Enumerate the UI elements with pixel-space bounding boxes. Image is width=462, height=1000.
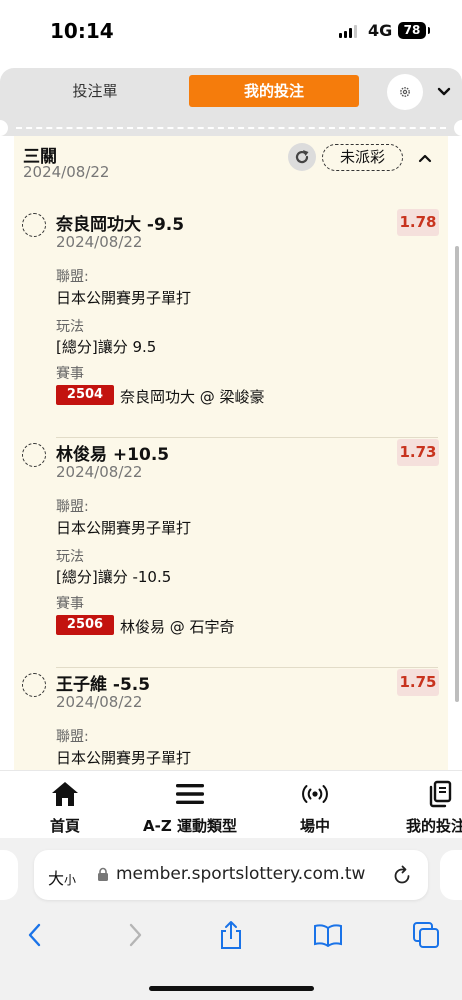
collapse-combo-button[interactable] [414, 147, 436, 169]
refresh-button[interactable] [288, 143, 316, 171]
back-button[interactable] [20, 920, 50, 950]
bet-pick: 王子維 -5.5 [56, 675, 151, 695]
market-label: 玩法 [56, 549, 84, 565]
ticket-divider [0, 120, 462, 136]
bet-pick: 奈良岡功大 -9.5 [56, 215, 185, 235]
market-value: [總分]讓分 -10.5 [56, 568, 172, 586]
tabs-icon [413, 922, 439, 948]
nav-my-bets[interactable]: 我的投注 [400, 771, 462, 839]
bet-leg: 奈良岡功大 -9.5 1.78 2024/08/22 聯盟: 日本公開賽男子單打… [14, 208, 439, 438]
bet-pick: 林俊易 +10.5 [56, 445, 170, 465]
event-name: 奈良岡功大 @ 梁峻豪 [120, 388, 265, 406]
live-icon [302, 785, 328, 803]
collapse-panel-button[interactable] [432, 80, 456, 104]
event-label: 賽事 [56, 366, 84, 382]
home-indicator [149, 986, 314, 991]
odds-badge: 1.78 [397, 209, 439, 236]
url-text: member.sportslottery.com.tw [116, 864, 366, 884]
battery-tip [428, 27, 430, 34]
bottom-nav: 首頁 A-Z 運動類型 場中 我的投注 [0, 770, 462, 838]
book-icon [314, 924, 342, 947]
event-id-badge: 2506 [56, 615, 114, 635]
gear-icon [400, 87, 410, 97]
lock-icon [97, 867, 109, 886]
nav-sports-az-label: A-Z 運動類型 [143, 817, 237, 835]
nav-my-bets-label: 我的投注 [406, 817, 462, 835]
text-size-button[interactable]: 大小 [48, 865, 76, 889]
leg-status-icon [22, 673, 46, 697]
bet-date: 2024/08/22 [56, 233, 143, 251]
share-button[interactable] [216, 920, 246, 950]
league-label: 聯盟: [56, 269, 89, 285]
combo-date: 2024/08/22 [23, 163, 110, 181]
forward-arrow-icon [129, 923, 142, 947]
battery-icon: 78 [398, 22, 426, 39]
odds-badge: 1.75 [397, 669, 439, 696]
league-value: 日本公開賽男子單打 [56, 519, 192, 537]
bet-leg: 林俊易 +10.5 1.73 2024/08/22 聯盟: 日本公開賽男子單打 … [14, 438, 439, 668]
leg-status-icon [22, 213, 46, 237]
nav-home[interactable]: 首頁 [30, 771, 100, 839]
event-id-badge: 2504 [56, 385, 114, 405]
bookmarks-button[interactable] [313, 920, 343, 950]
tab-bet-slip[interactable]: 投注單 [40, 75, 150, 107]
next-tab-edge[interactable] [440, 850, 462, 900]
nav-sports-az[interactable]: A-Z 運動類型 [130, 771, 250, 839]
settings-button[interactable] [387, 74, 423, 110]
nav-live-label: 場中 [299, 817, 330, 835]
nav-home-label: 首頁 [49, 817, 80, 835]
market-value: [總分]讓分 9.5 [56, 338, 157, 356]
back-arrow-icon [28, 923, 41, 947]
reload-button[interactable] [392, 864, 412, 890]
odds-badge: 1.73 [397, 439, 439, 466]
leg-status-icon [22, 443, 46, 467]
chevron-down-icon [437, 87, 451, 96]
event-name: 林俊易 @ 石宇奇 [120, 618, 235, 636]
market-label: 玩法 [56, 319, 84, 335]
tabs-button[interactable] [411, 920, 441, 950]
bet-date: 2024/08/22 [56, 693, 143, 711]
network-label: 4G [368, 21, 393, 40]
event-label: 賽事 [56, 596, 84, 612]
bet-leg: 王子維 -5.5 1.75 2024/08/22 聯盟: 日本公開賽男子單打 [14, 668, 439, 770]
status-time: 10:14 [50, 19, 114, 43]
settlement-status-badge: 未派彩 [322, 144, 403, 171]
home-icon [52, 782, 78, 806]
bet-date: 2024/08/22 [56, 463, 143, 481]
tab-my-bets[interactable]: 我的投注 [189, 75, 359, 107]
reload-icon [394, 865, 410, 884]
address-bar[interactable]: 大小 member.sportslottery.com.tw [34, 850, 428, 900]
league-value: 日本公開賽男子單打 [56, 289, 192, 307]
share-icon [221, 921, 241, 949]
chevron-up-icon [418, 154, 432, 163]
scrollbar[interactable] [455, 246, 459, 702]
refresh-icon [295, 150, 309, 164]
status-bar: 10:14 4G 78 [0, 0, 462, 62]
league-value: 日本公開賽男子單打 [56, 749, 192, 767]
nav-live[interactable]: 場中 [280, 771, 350, 839]
forward-button[interactable] [120, 920, 150, 950]
league-label: 聯盟: [56, 729, 89, 745]
previous-tab-edge[interactable] [0, 850, 18, 900]
league-label: 聯盟: [56, 499, 89, 515]
copy-icon [429, 780, 452, 808]
browser-toolbar: 大小 member.sportslottery.com.tw [0, 838, 462, 1000]
signal-icon [339, 25, 357, 38]
bet-record: 三關 2024/08/22 未派彩 奈良岡功大 -9.5 1.78 2024/0… [14, 136, 448, 770]
menu-icon [176, 784, 204, 804]
